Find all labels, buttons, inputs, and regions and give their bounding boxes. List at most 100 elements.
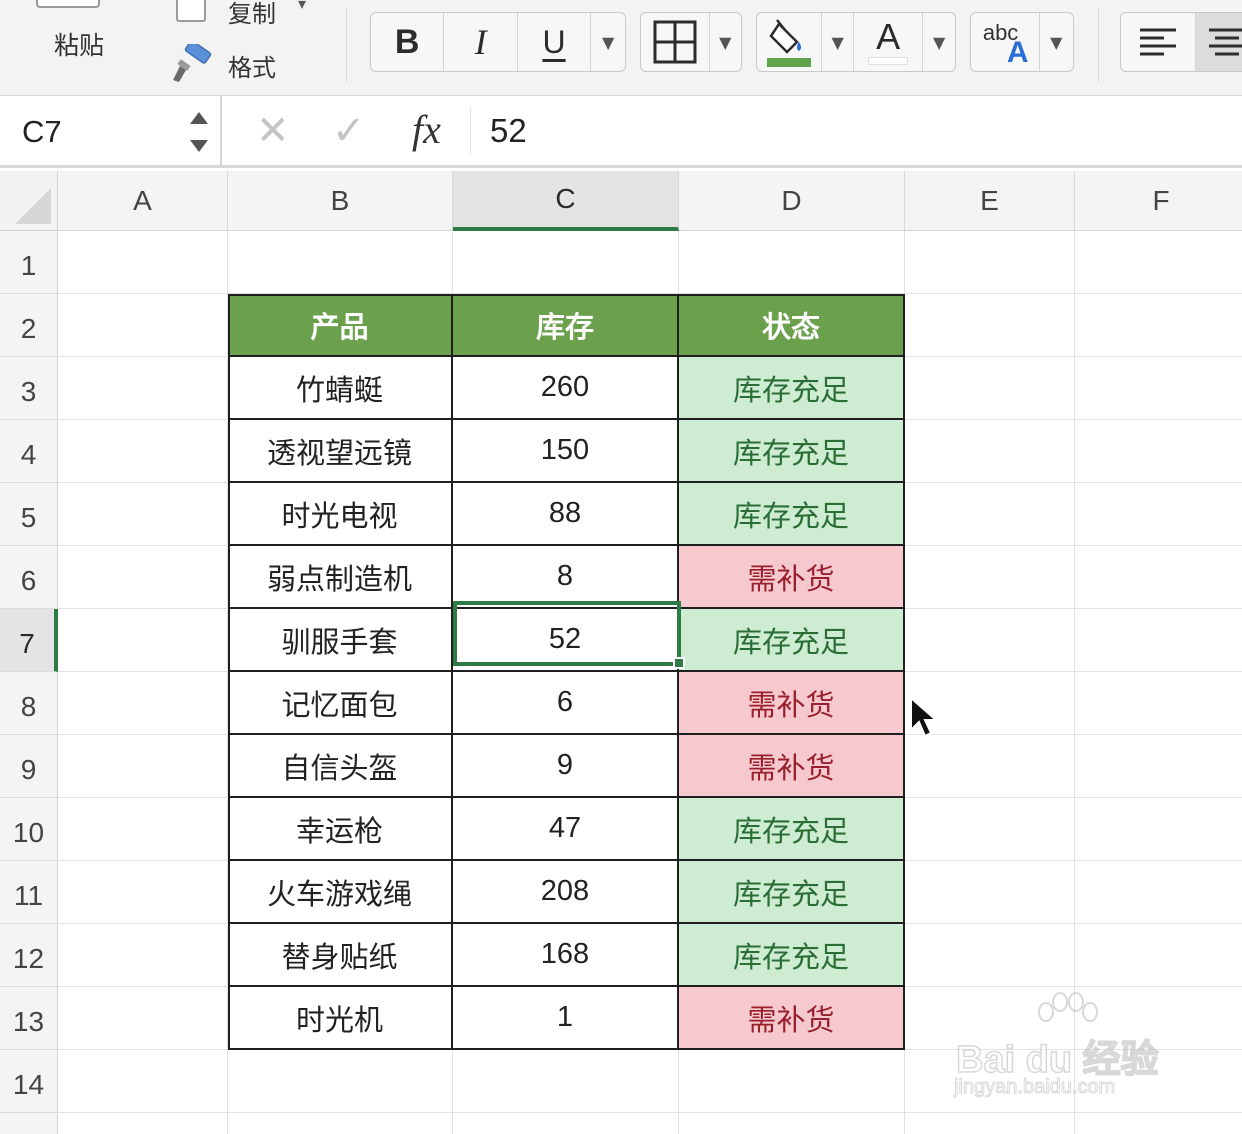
paste-button[interactable]: 粘贴 bbox=[54, 26, 104, 62]
chevron-down-icon: ▼ bbox=[719, 32, 732, 52]
stock-cell[interactable]: 6 bbox=[453, 672, 679, 735]
product-cell[interactable]: 弱点制造机 bbox=[228, 546, 453, 609]
chevron-down-icon: ▼ bbox=[933, 32, 946, 52]
column-header-a[interactable]: A bbox=[58, 171, 228, 231]
borders-group: ▼ bbox=[640, 12, 742, 72]
stock-cell[interactable]: 9 bbox=[453, 735, 679, 798]
paste-icon[interactable] bbox=[36, 0, 100, 8]
underline-button[interactable]: U bbox=[518, 13, 592, 71]
status-cell[interactable]: 需补货 bbox=[679, 672, 905, 735]
insert-function-button[interactable]: fx bbox=[412, 106, 441, 153]
row-header-15[interactable]: 15 bbox=[0, 1113, 58, 1134]
underline-dropdown[interactable]: ▼ bbox=[591, 13, 625, 71]
stock-cell[interactable]: 208 bbox=[453, 861, 679, 924]
worksheet[interactable]: ABCDEF 123456789101112131415 产品库存状态竹蜻蜓26… bbox=[0, 171, 1242, 1134]
status-cell[interactable]: 需补货 bbox=[679, 987, 905, 1050]
toolbar-divider bbox=[346, 8, 347, 82]
row-header-6[interactable]: 6 bbox=[0, 546, 58, 609]
product-cell[interactable]: 火车游戏绳 bbox=[228, 861, 453, 924]
product-cell[interactable]: 时光电视 bbox=[228, 483, 453, 546]
copy-icon[interactable] bbox=[176, 0, 206, 22]
align-center-button[interactable] bbox=[1195, 13, 1242, 71]
row-header-11[interactable]: 11 bbox=[0, 861, 58, 924]
copy-button[interactable]: 复制 bbox=[228, 0, 276, 29]
status-cell[interactable]: 库存充足 bbox=[679, 861, 905, 924]
borders-button[interactable] bbox=[641, 13, 710, 71]
confirm-icon[interactable]: ✓ bbox=[332, 108, 366, 154]
stock-cell[interactable]: 168 bbox=[453, 924, 679, 987]
format-painter-icon[interactable] bbox=[170, 44, 214, 84]
status-cell[interactable]: 库存充足 bbox=[679, 483, 905, 546]
stock-cell[interactable]: 1 bbox=[453, 987, 679, 1050]
product-cell[interactable]: 替身贴纸 bbox=[228, 924, 453, 987]
font-color-button[interactable]: A bbox=[854, 13, 924, 71]
table-header-cell[interactable]: 库存 bbox=[453, 294, 679, 357]
stock-cell[interactable]: 88 bbox=[453, 483, 679, 546]
status-cell[interactable]: 库存充足 bbox=[679, 357, 905, 420]
watermark-brand: Bai du 经验 bbox=[955, 1038, 1159, 1082]
row-header-2[interactable]: 2 bbox=[0, 294, 58, 357]
borders-dropdown[interactable]: ▼ bbox=[710, 13, 741, 71]
row-header-4[interactable]: 4 bbox=[0, 420, 58, 483]
status-cell[interactable]: 需补货 bbox=[679, 546, 905, 609]
text-style-dropdown[interactable]: ▼ bbox=[1040, 13, 1073, 71]
product-cell[interactable]: 驯服手套 bbox=[228, 609, 453, 672]
stock-cell[interactable]: 52 bbox=[453, 609, 679, 672]
row-header-9[interactable]: 9 bbox=[0, 735, 58, 798]
copy-dropdown-arrow[interactable]: ▾ bbox=[298, 0, 306, 13]
product-cell[interactable]: 幸运枪 bbox=[228, 798, 453, 861]
borders-icon bbox=[653, 20, 697, 64]
row-header-5[interactable]: 5 bbox=[0, 483, 58, 546]
align-center-icon bbox=[1209, 28, 1242, 56]
bold-button[interactable]: B bbox=[371, 13, 445, 71]
status-cell[interactable]: 库存充足 bbox=[679, 420, 905, 483]
status-cell[interactable]: 库存充足 bbox=[679, 609, 905, 672]
select-all-corner[interactable] bbox=[0, 171, 58, 231]
row-header-8[interactable]: 8 bbox=[0, 672, 58, 735]
product-cell[interactable]: 时光机 bbox=[228, 987, 453, 1050]
column-header-e[interactable]: E bbox=[905, 171, 1075, 231]
row-header-3[interactable]: 3 bbox=[0, 357, 58, 420]
text-style-button[interactable]: abc A bbox=[971, 13, 1040, 71]
fill-color-button[interactable] bbox=[757, 13, 823, 71]
format-painter-button[interactable]: 格式 bbox=[228, 48, 276, 83]
toolbar-divider bbox=[1098, 8, 1099, 82]
column-header-d[interactable]: D bbox=[679, 171, 905, 231]
stock-cell[interactable]: 47 bbox=[453, 798, 679, 861]
row-header-14[interactable]: 14 bbox=[0, 1050, 58, 1113]
font-color-dropdown[interactable]: ▼ bbox=[923, 13, 955, 71]
product-cell[interactable]: 透视望远镜 bbox=[228, 420, 453, 483]
fill-color-swatch bbox=[767, 58, 812, 67]
status-cell[interactable]: 库存充足 bbox=[679, 924, 905, 987]
name-box-value: C7 bbox=[22, 114, 62, 149]
underline-label: U bbox=[542, 23, 566, 60]
formula-input[interactable]: 52 bbox=[490, 112, 527, 150]
table-header-cell[interactable]: 状态 bbox=[679, 294, 905, 357]
name-box-stepper-icon[interactable] bbox=[186, 106, 212, 158]
column-header-c[interactable]: C bbox=[453, 171, 679, 231]
row-header-1[interactable]: 1 bbox=[0, 231, 58, 294]
product-cell[interactable]: 记忆面包 bbox=[228, 672, 453, 735]
stock-cell[interactable]: 150 bbox=[453, 420, 679, 483]
text-style-icon: abc A bbox=[977, 16, 1033, 69]
status-cell[interactable]: 需补货 bbox=[679, 735, 905, 798]
cancel-icon[interactable]: ✕ bbox=[256, 108, 290, 154]
stock-cell[interactable]: 8 bbox=[453, 546, 679, 609]
row-header-12[interactable]: 12 bbox=[0, 924, 58, 987]
align-left-button[interactable] bbox=[1121, 13, 1196, 71]
fill-handle[interactable] bbox=[673, 657, 685, 669]
stock-cell[interactable]: 260 bbox=[453, 357, 679, 420]
font-color-icon: A bbox=[868, 19, 909, 65]
column-header-b[interactable]: B bbox=[228, 171, 453, 231]
name-box[interactable]: C7 bbox=[0, 96, 222, 168]
row-header-10[interactable]: 10 bbox=[0, 798, 58, 861]
row-header-7[interactable]: 7 bbox=[0, 609, 58, 672]
product-cell[interactable]: 自信头盔 bbox=[228, 735, 453, 798]
table-header-cell[interactable]: 产品 bbox=[228, 294, 453, 357]
status-cell[interactable]: 库存充足 bbox=[679, 798, 905, 861]
column-header-f[interactable]: F bbox=[1075, 171, 1242, 231]
fill-color-dropdown[interactable]: ▼ bbox=[822, 13, 855, 71]
product-cell[interactable]: 竹蜻蜓 bbox=[228, 357, 453, 420]
row-header-13[interactable]: 13 bbox=[0, 987, 58, 1050]
italic-button[interactable]: I bbox=[444, 13, 518, 71]
